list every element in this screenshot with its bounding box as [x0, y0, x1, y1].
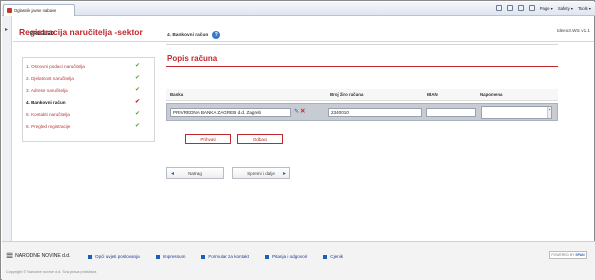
- table-header: Banka Broj žiro računa IBAN Napomena: [166, 89, 558, 101]
- section-heading: 4. Bankovni račun ?: [167, 31, 221, 39]
- favicon-icon: [7, 8, 12, 13]
- footer-link-kontakt[interactable]: Formular za kontakt: [201, 254, 249, 259]
- powered-by-text: POWERED BY: [551, 253, 575, 257]
- left-gutter: ▸: [2, 16, 12, 241]
- column-header-banka: Banka: [170, 92, 184, 97]
- footer-link-cjenik[interactable]: Cjenik: [323, 254, 343, 259]
- link-label: Formular za kontakt: [208, 254, 249, 259]
- narodne-novine-logo[interactable]: 𝌆 NARODNE NOVINE d.d.: [6, 251, 70, 260]
- row-actions: ✎ ✕: [294, 108, 305, 115]
- accounts-list-divider: [166, 66, 558, 67]
- delete-icon[interactable]: ✕: [300, 108, 305, 115]
- step-label: 5. Kontakti naručitelja: [26, 111, 70, 117]
- footer-link-pitanja[interactable]: Pitanja i odgovori: [265, 254, 307, 259]
- save-next-label: Spremi i dalje: [247, 170, 275, 176]
- logo-text: NARODNE NOVINE d.d.: [15, 252, 71, 259]
- expand-arrow-icon[interactable]: ▸: [5, 26, 8, 33]
- table-row: PRIVREDNA BANKA ZAGREB d.d. Zagreb ✎ ✕ 2…: [166, 103, 558, 121]
- browser-tab-bar: Oglasnik javne nabave Page ▾ Safety ▾ To…: [2, 2, 595, 16]
- note-scrollbar[interactable]: ▴: [547, 107, 551, 118]
- account-number-field[interactable]: 2340010: [328, 108, 422, 117]
- browser-window: Oglasnik javne nabave Page ▾ Safety ▾ To…: [0, 0, 595, 280]
- link-label: Pitanja i odgovori: [272, 254, 308, 259]
- step-label: 6. Pregled registracije: [26, 123, 71, 129]
- feeds-icon[interactable]: [506, 5, 513, 11]
- bullet-icon: [201, 254, 206, 259]
- step-item-kontakti[interactable]: 5. Kontakti naručitelja ✔: [23, 108, 154, 120]
- link-label: Opći uvjeti poslovanja: [95, 254, 140, 259]
- check-icon: ✔: [134, 63, 140, 69]
- step-label: 2. Djelatnost naručitelja: [26, 75, 74, 81]
- edit-icon[interactable]: ✎: [294, 109, 299, 115]
- link-label: Cjenik: [330, 254, 344, 259]
- footer: 𝌆 NARODNE NOVINE d.d. Opći uvjeti poslov…: [2, 241, 595, 280]
- save-next-button[interactable]: Spremi i dalje ▸: [232, 167, 290, 179]
- steps-panel: 1. Osnovni podaci naručitelja ✔ 2. Djela…: [22, 57, 155, 142]
- step-label: 4. Bankovni račun: [26, 99, 66, 105]
- step-label: 3. Adrese naručitelja: [26, 87, 68, 93]
- steps-heading: PREGLED: [30, 31, 55, 37]
- powered-brand: SPAN: [575, 253, 585, 257]
- step-item-djelatnost[interactable]: 2. Djelatnost naručitelja ✔: [23, 72, 154, 84]
- step-item-pregled[interactable]: 6. Pregled registracije ✔: [23, 120, 154, 132]
- section-title: 4. Bankovni račun: [167, 32, 209, 38]
- bullet-icon: [323, 254, 328, 259]
- home-icon[interactable]: [495, 5, 502, 11]
- mail-icon[interactable]: [517, 5, 524, 11]
- accept-button[interactable]: Prihvati: [185, 134, 231, 144]
- step-item-osnovni-podaci[interactable]: 1. Osnovni podaci naručitelja ✔: [23, 60, 154, 72]
- link-label: Impressum: [162, 254, 186, 259]
- note-field[interactable]: ▴: [481, 106, 552, 119]
- back-button[interactable]: ◂ Natrag: [166, 167, 224, 179]
- step-item-adrese[interactable]: 3. Adrese naručitelja ✔: [23, 84, 154, 96]
- accounts-list-title: Popis računa: [167, 54, 218, 63]
- column-header-napomena: Napomena: [480, 92, 503, 97]
- reject-button[interactable]: Odbaci: [237, 134, 283, 144]
- arrow-right-icon: ▸: [282, 171, 286, 177]
- iban-field[interactable]: [426, 108, 476, 117]
- current-step-icon: ✔: [134, 99, 140, 105]
- column-header-iban: IBAN: [427, 92, 438, 97]
- safety-menu[interactable]: Safety ▾: [558, 6, 573, 11]
- title-divider: [13, 41, 594, 42]
- browser-tab[interactable]: Oglasnik javne nabave: [3, 4, 75, 16]
- footer-link-impressum[interactable]: Impressum: [155, 254, 186, 259]
- step-label: 1. Osnovni podaci naručitelja: [26, 63, 85, 69]
- tools-menu[interactable]: Tools ▾: [578, 6, 591, 11]
- column-header-broj-racuna: Broj žiro računa: [330, 92, 364, 97]
- bank-field[interactable]: PRIVREDNA BANKA ZAGREB d.d. Zagreb: [170, 108, 291, 117]
- arrow-left-icon: ◂: [171, 171, 175, 177]
- logo-icon: 𝌆: [6, 251, 14, 260]
- help-icon[interactable]: ?: [212, 31, 221, 39]
- page-menu[interactable]: Page ▾: [540, 6, 553, 11]
- check-icon: ✔: [134, 87, 140, 93]
- check-icon: ✔: [134, 123, 140, 129]
- footer-link-uvjeti[interactable]: Opći uvjeti poslovanja: [88, 254, 140, 259]
- copyright-text: Copyright © Narodne novine d.d. Sva prav…: [6, 270, 97, 274]
- print-icon[interactable]: [528, 5, 535, 11]
- version-label: Ideeo3.Wtc v1.1: [556, 28, 590, 33]
- accounts-table: Banka Broj žiro računa IBAN Napomena PRI…: [166, 89, 558, 122]
- bullet-icon: [88, 254, 92, 259]
- bullet-icon: [155, 254, 160, 259]
- tab-title: Oglasnik javne nabave: [14, 8, 57, 13]
- browser-toolbar: Page ▾ Safety ▾ Tools ▾: [495, 5, 591, 11]
- powered-by-badge[interactable]: POWERED BY SPAN: [549, 251, 587, 259]
- bullet-icon: [265, 254, 269, 259]
- check-icon: ✔: [134, 111, 140, 117]
- step-item-bankovni-racun[interactable]: 4. Bankovni račun ✔: [23, 96, 154, 108]
- check-icon: ✔: [134, 75, 140, 81]
- footer-links: Opći uvjeti poslovanja Impressum Formula…: [88, 254, 359, 259]
- back-label: Natrag: [188, 170, 202, 176]
- section-divider: [166, 44, 558, 45]
